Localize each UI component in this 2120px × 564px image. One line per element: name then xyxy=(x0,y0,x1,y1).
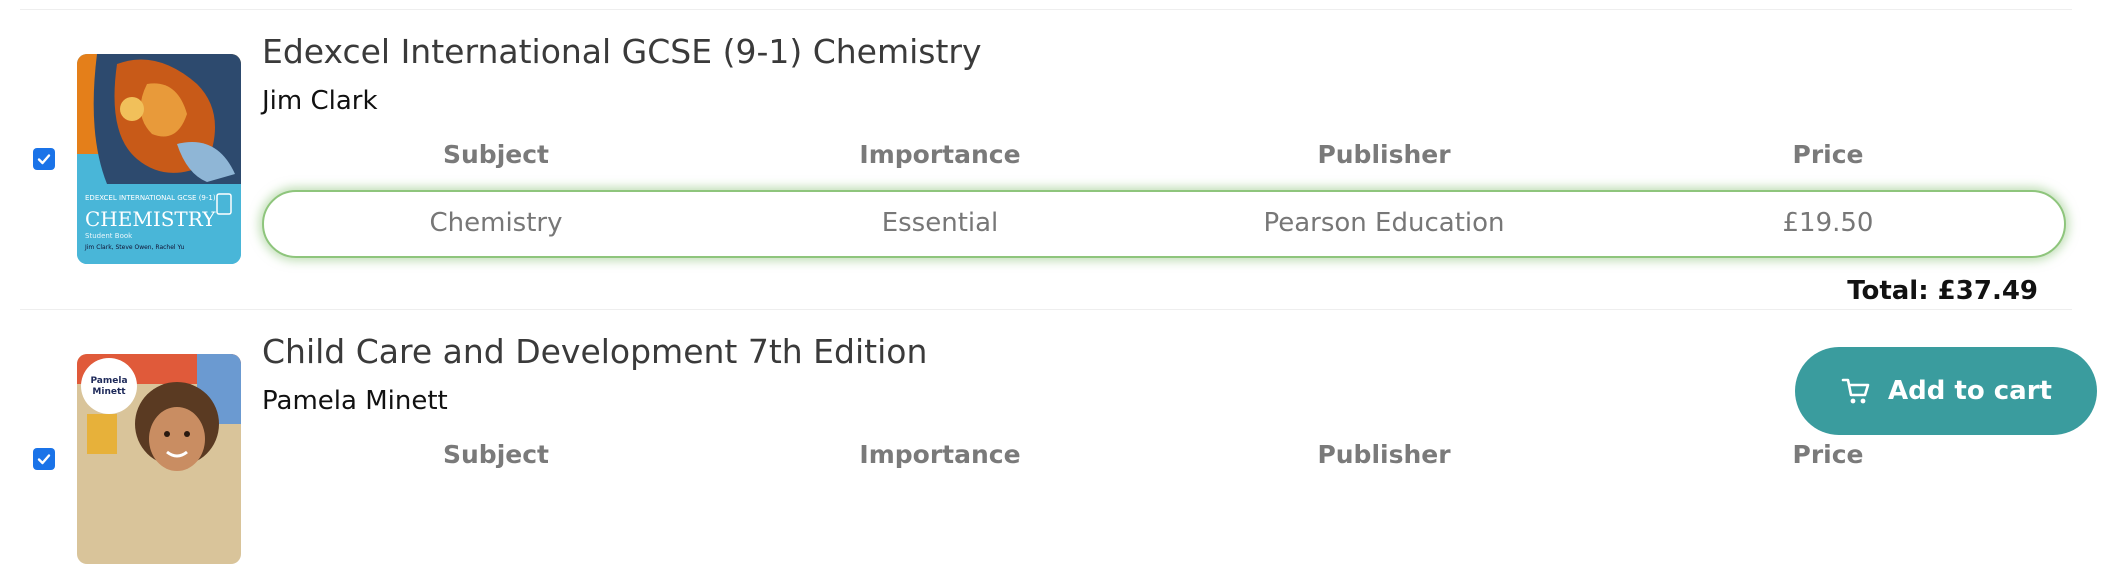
book-1-subject: Chemistry xyxy=(429,208,563,238)
book-2-publisher-header: Publisher xyxy=(1317,440,1451,469)
divider-top xyxy=(20,9,2072,10)
add-to-cart-button[interactable]: Add to cart xyxy=(1795,347,2097,435)
book-1-price: £19.50 xyxy=(1782,208,1874,238)
book-1-subject-header: Subject xyxy=(443,140,549,169)
book-2-author: Pamela Minett xyxy=(262,386,448,416)
book-1-info-pill: Chemistry Essential Pearson Education £1… xyxy=(262,190,2066,258)
book-1-importance: Essential xyxy=(881,208,999,238)
book-1-cover-authors: Jim Clark, Steve Owen, Rachel Yu xyxy=(85,244,185,251)
checkmark-icon xyxy=(37,154,51,165)
checkmark-icon xyxy=(37,454,51,465)
book-1-cover-series: EDEXCEL INTERNATIONAL GCSE (9-1) xyxy=(85,194,216,202)
book-1-publisher-header: Publisher xyxy=(1317,140,1451,169)
book-1-cover-name: CHEMISTRY xyxy=(85,207,216,231)
divider-middle xyxy=(20,309,2072,310)
book-1-checkbox[interactable] xyxy=(33,148,55,170)
book-2-importance-header: Importance xyxy=(859,440,1021,469)
book-1-cover-subtitle: Student Book xyxy=(85,232,133,240)
cart-icon xyxy=(1841,378,1870,404)
book-2-checkbox[interactable] xyxy=(33,448,55,470)
book-1-importance-header: Importance xyxy=(859,140,1021,169)
book-2-cover-badge: Pamela Minett xyxy=(90,376,128,397)
book-1-title[interactable]: Edexcel International GCSE (9-1) Chemist… xyxy=(262,32,982,71)
book-1-author: Jim Clark xyxy=(262,86,378,116)
book-1-publisher: Pearson Education xyxy=(1263,208,1505,238)
book-2-subject-header: Subject xyxy=(443,440,549,469)
book-2-price-header: Price xyxy=(1792,440,1864,469)
add-to-cart-label: Add to cart xyxy=(1888,376,2052,406)
book-2-title[interactable]: Child Care and Development 7th Edition xyxy=(262,332,927,371)
order-total: Total: £37.49 xyxy=(1847,276,2038,306)
book-1-price-header: Price xyxy=(1792,140,1864,169)
book-2-cover[interactable]: Pamela Minett xyxy=(77,354,241,564)
book-1-cover[interactable]: EDEXCEL INTERNATIONAL GCSE (9-1) CHEMIST… xyxy=(77,54,241,264)
